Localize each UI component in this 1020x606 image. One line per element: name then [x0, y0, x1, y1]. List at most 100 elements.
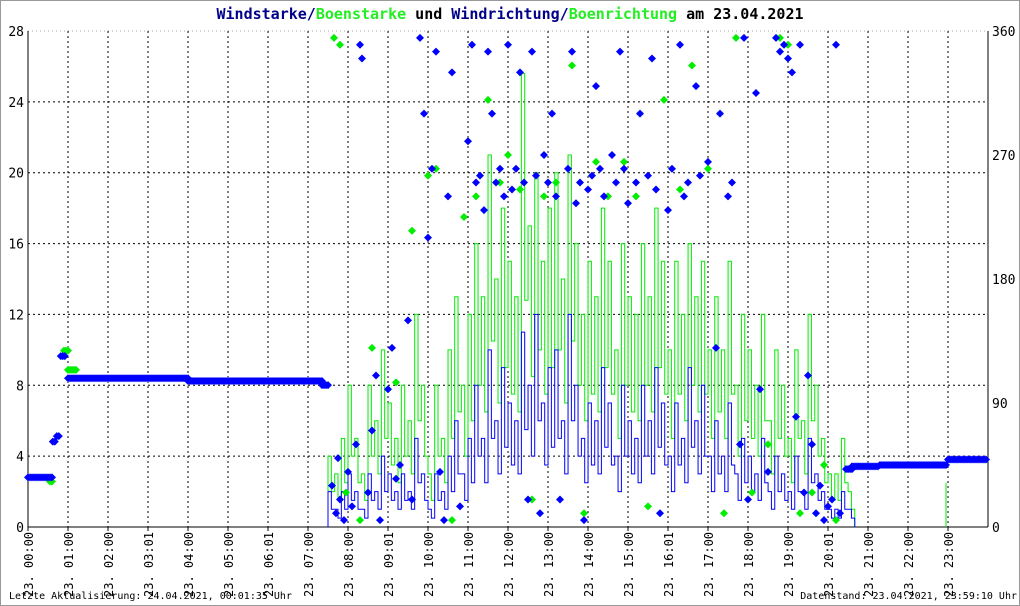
wind-direction-point: [464, 137, 472, 146]
gust-direction-point: [688, 61, 696, 70]
gust-direction-point: [330, 33, 338, 42]
gust-direction-point: [832, 516, 840, 525]
wind-direction-point: [472, 178, 480, 187]
gust-direction-point: [592, 157, 600, 166]
y-tick-label-right: 90: [992, 397, 1008, 412]
wind-direction-point: [780, 40, 788, 49]
wind-direction-point: [456, 502, 464, 511]
x-tick-label: 23. 03:01: [142, 532, 156, 597]
wind-direction-point: [608, 151, 616, 159]
wind-direction-point: [356, 40, 364, 49]
wind-direction-point: [384, 385, 392, 394]
gust-direction-point: [516, 185, 524, 194]
wind-direction-point: [424, 233, 432, 242]
wind-direction-point: [528, 47, 536, 56]
wind-direction-point: [820, 516, 828, 525]
y-tick-label-right: 0: [992, 521, 1000, 536]
gust-direction-point: [632, 192, 640, 201]
x-tick-label: 23. 02:00: [102, 532, 116, 597]
wind-direction-point: [552, 192, 560, 201]
wind-direction-point: [440, 516, 448, 525]
wind-direction-point: [348, 502, 356, 511]
wind-direction-point: [480, 206, 488, 215]
gust-direction-point: [336, 40, 344, 49]
wind-direction-point: [692, 82, 700, 91]
x-tick-label: 23. 16:01: [662, 532, 676, 597]
wind-direction-point: [796, 40, 804, 49]
x-tick-label: 23. 10:00: [422, 532, 436, 597]
wind-direction-point: [388, 343, 396, 352]
wind-direction-point: [476, 171, 484, 180]
wind-direction-point: [808, 440, 816, 449]
wind-direction-point: [644, 171, 652, 180]
wind-direction-point: [680, 192, 688, 201]
wind-direction-point: [576, 178, 584, 187]
wind-direction-point: [564, 164, 572, 173]
x-tick-label: 23. 11:00: [462, 532, 476, 597]
x-tick-label: 23. 13:00: [542, 532, 556, 597]
wind-direction-point: [516, 68, 524, 77]
wind-direction-point: [648, 54, 656, 63]
y-tick-label-left: 12: [8, 308, 24, 323]
gust-direction-point: [460, 213, 468, 221]
wind-direction-point: [572, 199, 580, 208]
gust-direction-point: [484, 95, 492, 104]
wind-direction-point: [816, 481, 824, 490]
wind-direction-point: [800, 488, 808, 497]
wind-direction-point: [436, 467, 444, 476]
wind-direction-point: [668, 164, 676, 173]
x-tick-label: 23. 08:00: [342, 532, 356, 597]
x-tick-label: 23. 22:00: [902, 532, 916, 597]
gust-direction-point: [424, 171, 432, 180]
gust-direction-point: [356, 516, 364, 525]
wind-direction-point: [620, 164, 628, 173]
wind-direction-point: [616, 47, 624, 56]
wind-direction-point: [776, 47, 784, 56]
wind-direction-point: [664, 206, 672, 215]
wind-direction-point: [772, 33, 780, 42]
wind-direction-point: [636, 109, 644, 118]
wind-direction-point: [556, 495, 564, 504]
gust-direction-point: [796, 509, 804, 518]
wind-direction-point: [724, 192, 732, 201]
wind-direction-point: [358, 54, 366, 63]
y-tick-label-left: 8: [16, 379, 24, 394]
y-tick-label-left: 24: [8, 96, 24, 111]
x-tick-label: 23. 00:00: [22, 532, 36, 597]
wind-direction-point: [736, 440, 744, 449]
gust-direction-point: [448, 516, 456, 525]
wind-direction-point: [784, 54, 792, 63]
wind-direction-point: [740, 33, 748, 42]
gust-direction-point: [644, 502, 652, 511]
chart-container: Windstarke/Boenstarke und Windrichtung/B…: [0, 0, 1020, 606]
footer-data-status: Datenstand: 23.04.2021, 23:59:10 Uhr: [800, 591, 1017, 602]
wind-direction-point: [536, 509, 544, 518]
wind-direction-point: [600, 192, 608, 201]
wind-direction-point: [832, 40, 840, 49]
wind-direction-point: [448, 68, 456, 77]
wind-direction-point: [592, 82, 600, 91]
gust-direction-point: [368, 343, 376, 352]
wind-direction-point: [544, 178, 552, 187]
wind-direction-point: [504, 40, 512, 49]
wind-direction-point: [788, 68, 796, 77]
y-tick-label-left: 28: [8, 25, 24, 40]
wind-direction-point: [548, 109, 556, 118]
gust-direction-point: [580, 509, 588, 518]
gust-direction-point: [472, 192, 480, 201]
x-tick-label: 23. 04:00: [182, 532, 196, 597]
wind-direction-point: [596, 164, 604, 173]
wind-direction-point: [500, 192, 508, 201]
plot-area: 048121620242809018027036023. 00:00 23. 01…: [8, 25, 1015, 597]
wind-direction-point: [696, 171, 704, 180]
wind-direction-point: [364, 488, 372, 497]
wind-direction-point: [540, 151, 548, 159]
x-tick-label: 23. 09:01: [382, 532, 396, 597]
x-tick-label: 23. 20:01: [822, 532, 836, 597]
gust-direction-point: [552, 178, 560, 187]
x-tick-label: 23. 21:00: [862, 532, 876, 597]
wind-direction-point: [376, 516, 384, 525]
x-tick-label: 23. 06:01: [262, 532, 276, 597]
wind-direction-point: [496, 164, 504, 173]
wind-direction-point: [632, 178, 640, 187]
